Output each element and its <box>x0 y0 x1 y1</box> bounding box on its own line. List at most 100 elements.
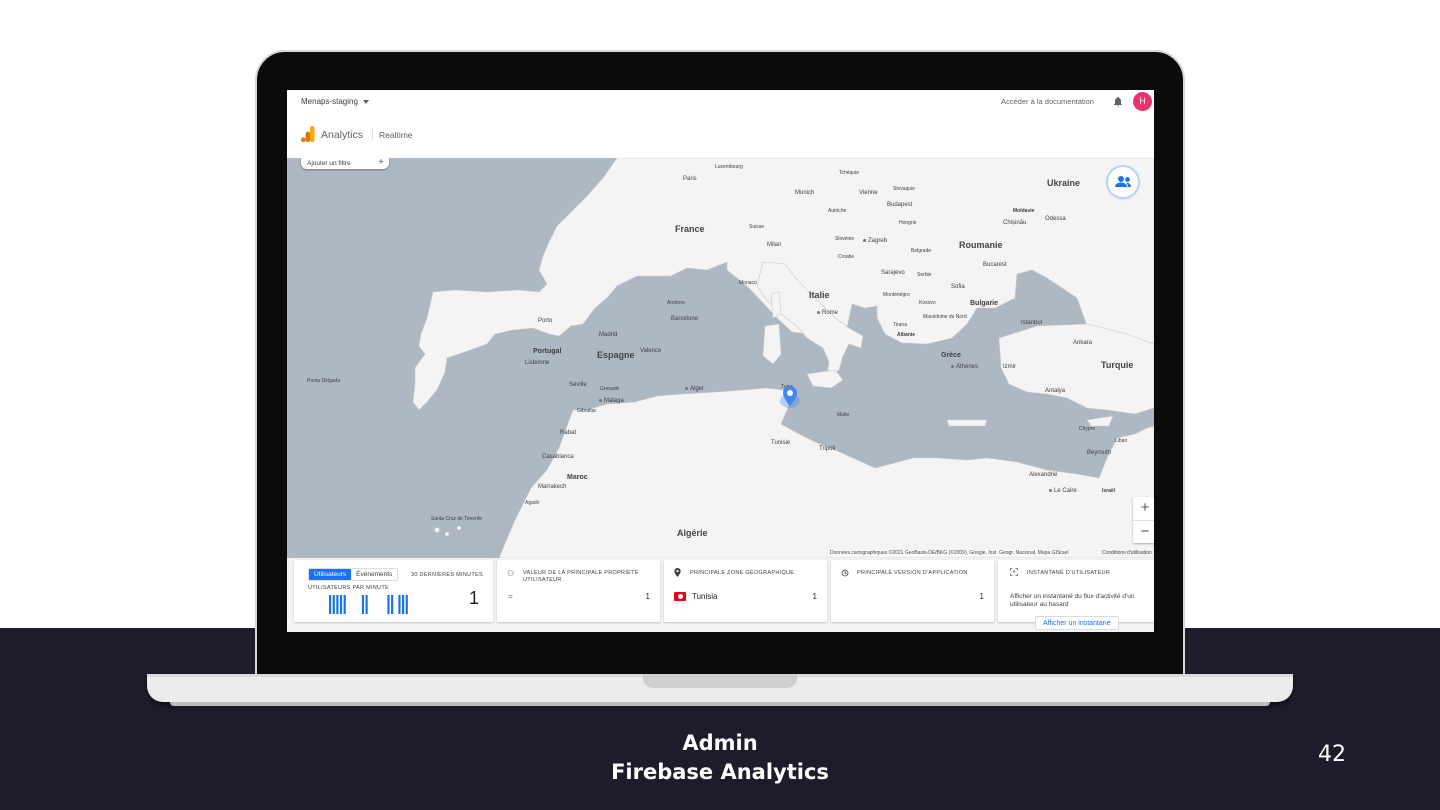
map-label: Espagne <box>597 350 635 360</box>
caret-down-icon <box>362 99 369 104</box>
map-label: Malte <box>837 412 850 418</box>
map-label: Tunisie <box>771 440 791 446</box>
map-label: Albanie <box>897 332 916 338</box>
laptop-notch <box>643 674 797 688</box>
hierarchy-icon: ⚇ <box>507 569 515 578</box>
map-label: Izmir <box>1003 364 1016 370</box>
map-label: Madrid <box>599 332 618 338</box>
map-label: Italie <box>809 290 830 300</box>
minute-bar <box>402 595 405 614</box>
minute-bar <box>365 595 368 614</box>
top-bar: Menaps-staging Accéder à la documentatio… <box>287 90 1154 114</box>
analytics-screen: Menaps-staging Accéder à la documentatio… <box>287 90 1154 632</box>
map-label: Valence <box>640 348 662 354</box>
map-label: Beyrouth <box>1087 450 1112 456</box>
map-label: Ukraine <box>1047 178 1081 188</box>
map-label: Autriche <box>828 208 847 214</box>
map-label: Rome <box>817 310 838 316</box>
map-label: Zagreb <box>863 238 887 244</box>
map-label: Munich <box>795 190 815 196</box>
map-label: Tripoli <box>819 446 836 452</box>
tab-events[interactable]: Événements <box>351 569 397 580</box>
geo-country: Tunisia <box>692 592 718 601</box>
add-filter-chip[interactable]: Ajouter un filtre + <box>301 158 389 169</box>
minute-bar <box>398 595 401 614</box>
realtime-map[interactable]: Ajouter un filtre + France Espagne Itali… <box>287 158 1154 558</box>
map-label: Antalya <box>1045 388 1066 394</box>
map-label: Alexandrie <box>1029 472 1058 478</box>
property-value: 1 <box>645 592 650 601</box>
map-label: Málaga <box>599 398 624 404</box>
users-per-minute-chart <box>329 595 408 614</box>
map-label: Portugal <box>533 348 562 355</box>
zoom-control: + − <box>1133 497 1154 543</box>
minute-bar <box>343 595 346 614</box>
tunisia-flag-icon <box>674 592 686 601</box>
bell-icon[interactable] <box>1112 95 1124 108</box>
map-label: Alger <box>685 386 704 392</box>
project-name: Menaps-staging <box>301 97 358 106</box>
map-attribution: Données cartographiques ©2021 GeoBasis-D… <box>828 550 1071 556</box>
map-label: Barcelone <box>671 316 699 322</box>
project-selector[interactable]: Menaps-staging <box>301 97 369 106</box>
map-label: Gibraltar <box>577 408 597 414</box>
map-label: Bucarest <box>983 262 1007 268</box>
map-label: Suisse <box>749 224 765 230</box>
users-map-button[interactable] <box>1108 167 1138 197</box>
zoom-in-button[interactable]: + <box>1133 497 1154 520</box>
map-label: Vienne <box>859 190 878 196</box>
map-terms-link[interactable]: Conditions d'utilisation <box>1102 550 1152 556</box>
map-label: Sarajevo <box>881 270 905 276</box>
map-label: Monténégro <box>883 292 910 298</box>
slide-caption-title: Admin <box>682 731 758 755</box>
map-label: Le Caire <box>1049 488 1077 494</box>
map-label: Algérie <box>677 528 708 538</box>
minute-bar <box>387 595 390 614</box>
map-label: Maroc <box>567 474 588 481</box>
brand-bar: Analytics Realtime <box>287 120 1154 148</box>
active-users-count: 1 <box>468 588 479 608</box>
minute-bar <box>391 595 394 614</box>
users-card: Utilisateurs Événements 30 DERNIÈRES MIN… <box>294 560 493 622</box>
zoom-out-button[interactable]: − <box>1133 521 1154 544</box>
tab-users[interactable]: Utilisateurs <box>309 569 352 580</box>
map-label: Grèce <box>941 352 961 359</box>
user-snapshot-card: INSTANTANÉ D'UTILISATEUR Afficher un ins… <box>998 560 1154 630</box>
property-key: = <box>508 592 513 601</box>
map-landmass <box>412 158 1154 558</box>
history-icon <box>841 569 849 577</box>
view-snapshot-button[interactable]: Afficher un instantané <box>1035 616 1119 630</box>
location-icon <box>674 568 681 577</box>
map-label: France <box>675 224 705 234</box>
map-label: Monaco <box>739 280 757 286</box>
group-icon <box>1115 176 1131 187</box>
analytics-logo-icon <box>301 126 315 142</box>
map-label: Kosovo <box>919 300 936 306</box>
map-label: Grenade <box>600 386 620 392</box>
map-label: Odessa <box>1045 216 1066 222</box>
map-label: Belgrade <box>911 248 932 254</box>
location-pin-icon[interactable] <box>783 386 797 406</box>
map-label: Moldavie <box>1013 208 1035 214</box>
slide-caption-subtitle: Firebase Analytics <box>611 760 829 784</box>
map-label: Porto <box>538 318 553 324</box>
map-label: Liban <box>1115 438 1128 444</box>
map-label: Santa Cruz de Tenerife <box>431 516 483 522</box>
app-version-value: 1 <box>979 592 984 601</box>
map-label: Chypre <box>1079 426 1096 432</box>
map-label: Sofia <box>951 284 965 290</box>
summary-cards: Utilisateurs Événements 30 DERNIÈRES MIN… <box>287 558 1154 632</box>
map-label: Tirana <box>893 322 907 328</box>
minute-bar <box>336 595 339 614</box>
map-label: Ankara <box>1073 340 1093 346</box>
minute-bar <box>361 595 365 614</box>
map-label: Slovénie <box>835 236 855 242</box>
map-label: Séville <box>569 382 587 388</box>
per-minute-label: UTILISATEURS PAR MINUTE <box>308 585 389 591</box>
minute-bar <box>339 595 343 614</box>
map-label: Macédoine du Nord <box>923 314 967 320</box>
user-avatar[interactable]: H <box>1133 92 1152 111</box>
map-label: Istanbul <box>1021 320 1043 326</box>
documentation-link[interactable]: Accéder à la documentation <box>1001 97 1094 106</box>
map-label: Hongrie <box>899 220 917 226</box>
